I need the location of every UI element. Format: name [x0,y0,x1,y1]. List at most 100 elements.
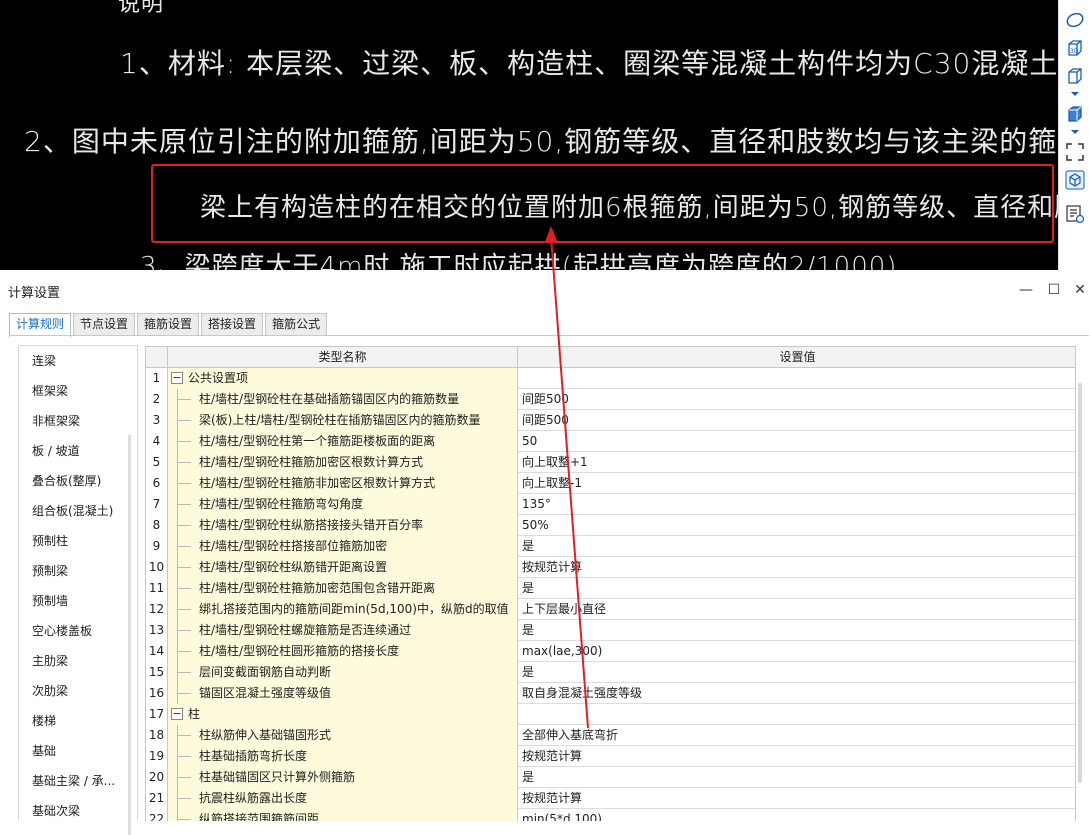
setting-value-cell[interactable]: 135° [518,494,1075,515]
type-name-cell[interactable]: 层间变截面钢筋自动判断 [168,662,518,683]
type-name-cell[interactable]: 柱/墙柱/型钢砼柱纵筋错开距离设置 [168,557,518,578]
setting-value-cell[interactable] [518,704,1075,725]
setting-value-cell[interactable]: 按规范计算 [518,557,1075,578]
category-item[interactable]: 板 / 坡道 [32,442,80,459]
grid-group-row[interactable]: 17− 柱 [146,704,1075,725]
setting-value-header[interactable]: 设置值 [518,347,1075,368]
table-row[interactable]: 13 柱/墙柱/型钢砼柱螺旋箍筋是否连续通过 是 [146,620,1075,641]
table-row[interactable]: 19 柱基础插筋弯折长度 按规范计算 [146,746,1075,767]
fullscreen-icon[interactable] [1063,140,1087,164]
tab-lap-settings[interactable]: 搭接设置 [201,313,264,335]
setting-value-cell[interactable]: 是 [518,578,1075,599]
type-name-cell[interactable]: 梁(板)上柱/墙柱/型钢砼柱在插筋锚固区内的箍筋数量 [168,410,518,431]
collapse-icon[interactable]: − [171,372,183,384]
setting-value-cell[interactable]: max(lae,300) [518,641,1075,662]
type-name-cell[interactable]: 纵筋搭接范围箍筋间距 [168,809,518,821]
setting-value-cell[interactable]: 上下层最小直径 [518,599,1075,620]
chevron-down-icon[interactable] [1070,128,1080,136]
maximize-button[interactable]: ☐ [1044,280,1064,300]
grid-scrollbar[interactable] [1077,367,1083,821]
category-item[interactable]: 叠合板(整厚) [32,472,101,489]
type-name-cell[interactable]: 柱基础锚固区只计算外侧箍筋 [168,767,518,788]
category-item[interactable]: 楼梯 [32,712,56,729]
setting-value-cell[interactable]: 50 [518,431,1075,452]
table-row[interactable]: 3 梁(板)上柱/墙柱/型钢砼柱在插筋锚固区内的箍筋数量 间距500 [146,410,1075,431]
type-name-cell[interactable]: 柱/墙柱/型钢砼柱箍筋加密区根数计算方式 [168,452,518,473]
ellipse-icon[interactable] [1063,8,1087,32]
view-3d-icon[interactable]: 3D [1063,36,1087,60]
table-row[interactable]: 4 柱/墙柱/型钢砼柱第一个箍筋距楼板面的距离 50 [146,431,1075,452]
category-scrollbar[interactable] [128,435,131,835]
minimize-button[interactable]: — [1016,280,1036,300]
type-name-cell[interactable]: 绑扎搭接范围内的箍筋间距min(5d,100)中，纵筋d的取值 [168,599,518,620]
type-name-cell[interactable]: 柱基础插筋弯折长度 [168,746,518,767]
table-row[interactable]: 7 柱/墙柱/型钢砼柱箍筋弯勾角度 135° [146,494,1075,515]
table-row[interactable]: 8 柱/墙柱/型钢砼柱纵筋搭接接头错开百分率 50% [146,515,1075,536]
category-item[interactable]: 基础次梁 [32,802,80,819]
table-row[interactable]: 20 柱基础锚固区只计算外侧箍筋 是 [146,767,1075,788]
category-item[interactable]: 连梁 [32,352,56,369]
tab-stirrup-settings[interactable]: 箍筋设置 [137,313,200,335]
category-item[interactable]: 基础 [32,742,56,759]
table-row[interactable]: 5 柱/墙柱/型钢砼柱箍筋加密区根数计算方式 向上取整+1 [146,452,1075,473]
type-name-cell[interactable]: 柱/墙柱/型钢砼柱螺旋箍筋是否连续通过 [168,620,518,641]
table-row[interactable]: 11 柱/墙柱/型钢砼柱箍筋加密范围包含错开距离 是 [146,578,1075,599]
type-name-header[interactable]: 类型名称 [168,347,518,368]
grid-group-row[interactable]: 1− 公共设置项 [146,368,1075,389]
type-name-cell[interactable]: − 柱 [168,704,518,725]
dialog-title-bar[interactable]: 计算设置 — ☐ ✕ [0,270,1090,310]
close-button[interactable]: ✕ [1070,280,1090,300]
cube-solid-icon[interactable] [1063,102,1087,126]
type-name-cell[interactable]: 抗震柱纵筋露出长度 [168,788,518,809]
type-name-cell[interactable]: 柱/墙柱/型钢砼柱搭接部位箍筋加密 [168,536,518,557]
tab-calc-rules[interactable]: 计算规则 [9,313,72,337]
type-name-cell[interactable]: 柱/墙柱/型钢砼柱第一个箍筋距楼板面的距离 [168,431,518,452]
category-item[interactable]: 主肋梁 [32,652,68,669]
type-name-cell[interactable]: − 公共设置项 [168,368,518,389]
cad-drawing-canvas[interactable]: 说明 1、材料: 本层梁、过梁、板、构造柱、圈梁等混凝土构件均为C30混凝土。 … [0,0,1058,270]
setting-value-cell[interactable]: 间距500 [518,410,1075,431]
setting-value-cell[interactable]: 按规范计算 [518,788,1075,809]
tab-node-settings[interactable]: 节点设置 [73,313,136,335]
tab-stirrup-formula[interactable]: 箍筋公式 [265,313,328,335]
type-name-cell[interactable]: 柱/墙柱/型钢砼柱纵筋搭接接头错开百分率 [168,515,518,536]
category-item[interactable]: 预制墙 [32,592,68,609]
table-row[interactable]: 2 柱/墙柱/型钢砼柱在基础插筋锚固区内的箍筋数量 间距500 [146,389,1075,410]
setting-value-cell[interactable] [518,368,1075,389]
setting-value-cell[interactable]: 是 [518,620,1075,641]
table-row[interactable]: 15 层间变截面钢筋自动判断 是 [146,662,1075,683]
category-item[interactable]: 次肋梁 [32,682,68,699]
table-row[interactable]: 16 锚固区混凝土强度等级值 取自身混凝土强度等级 [146,683,1075,704]
type-name-cell[interactable]: 柱/墙柱/型钢砼柱圆形箍筋的搭接长度 [168,641,518,662]
category-item[interactable]: 预制柱 [32,532,68,549]
setting-value-cell[interactable]: 向上取整-1 [518,473,1075,494]
table-row[interactable]: 22 纵筋搭接范围箍筋间距 min(5*d,100) [146,809,1075,821]
table-row[interactable]: 21 抗震柱纵筋露出长度 按规范计算 [146,788,1075,809]
table-row[interactable]: 14 柱/墙柱/型钢砼柱圆形箍筋的搭接长度 max(lae,300) [146,641,1075,662]
type-name-cell[interactable]: 柱/墙柱/型钢砼柱箍筋加密范围包含错开距离 [168,578,518,599]
setting-value-cell[interactable]: 取自身混凝土强度等级 [518,683,1075,704]
properties-icon[interactable] [1063,202,1087,226]
type-name-cell[interactable]: 柱/墙柱/型钢砼柱在基础插筋锚固区内的箍筋数量 [168,389,518,410]
type-name-cell[interactable]: 柱/墙柱/型钢砼柱箍筋弯勾角度 [168,494,518,515]
table-row[interactable]: 10 柱/墙柱/型钢砼柱纵筋错开距离设置 按规范计算 [146,557,1075,578]
table-row[interactable]: 9 柱/墙柱/型钢砼柱搭接部位箍筋加密 是 [146,536,1075,557]
setting-value-cell[interactable]: 全部伸入基底弯折 [518,725,1075,746]
cube-outline-icon[interactable] [1063,64,1087,88]
category-item[interactable]: 非框架梁 [32,412,80,429]
collapse-icon[interactable]: − [171,708,183,720]
category-item[interactable]: 组合板(混凝土) [32,502,113,519]
type-name-cell[interactable]: 锚固区混凝土强度等级值 [168,683,518,704]
setting-value-cell[interactable]: 50% [518,515,1075,536]
category-item[interactable]: 预制梁 [32,562,68,579]
table-row[interactable]: 18 柱纵筋伸入基础锚固形式 全部伸入基底弯折 [146,725,1075,746]
type-name-cell[interactable]: 柱纵筋伸入基础锚固形式 [168,725,518,746]
table-row[interactable]: 12 绑扎搭接范围内的箍筋间距min(5d,100)中，纵筋d的取值 上下层最小直径 [146,599,1075,620]
setting-value-cell[interactable]: 向上取整+1 [518,452,1075,473]
setting-value-cell[interactable]: 是 [518,662,1075,683]
setting-value-cell[interactable]: 是 [518,536,1075,557]
setting-value-cell[interactable]: 按规范计算 [518,746,1075,767]
setting-value-cell[interactable]: 是 [518,767,1075,788]
category-item[interactable]: 空心楼盖板 [32,622,92,639]
category-item[interactable]: 框架梁 [32,382,68,399]
